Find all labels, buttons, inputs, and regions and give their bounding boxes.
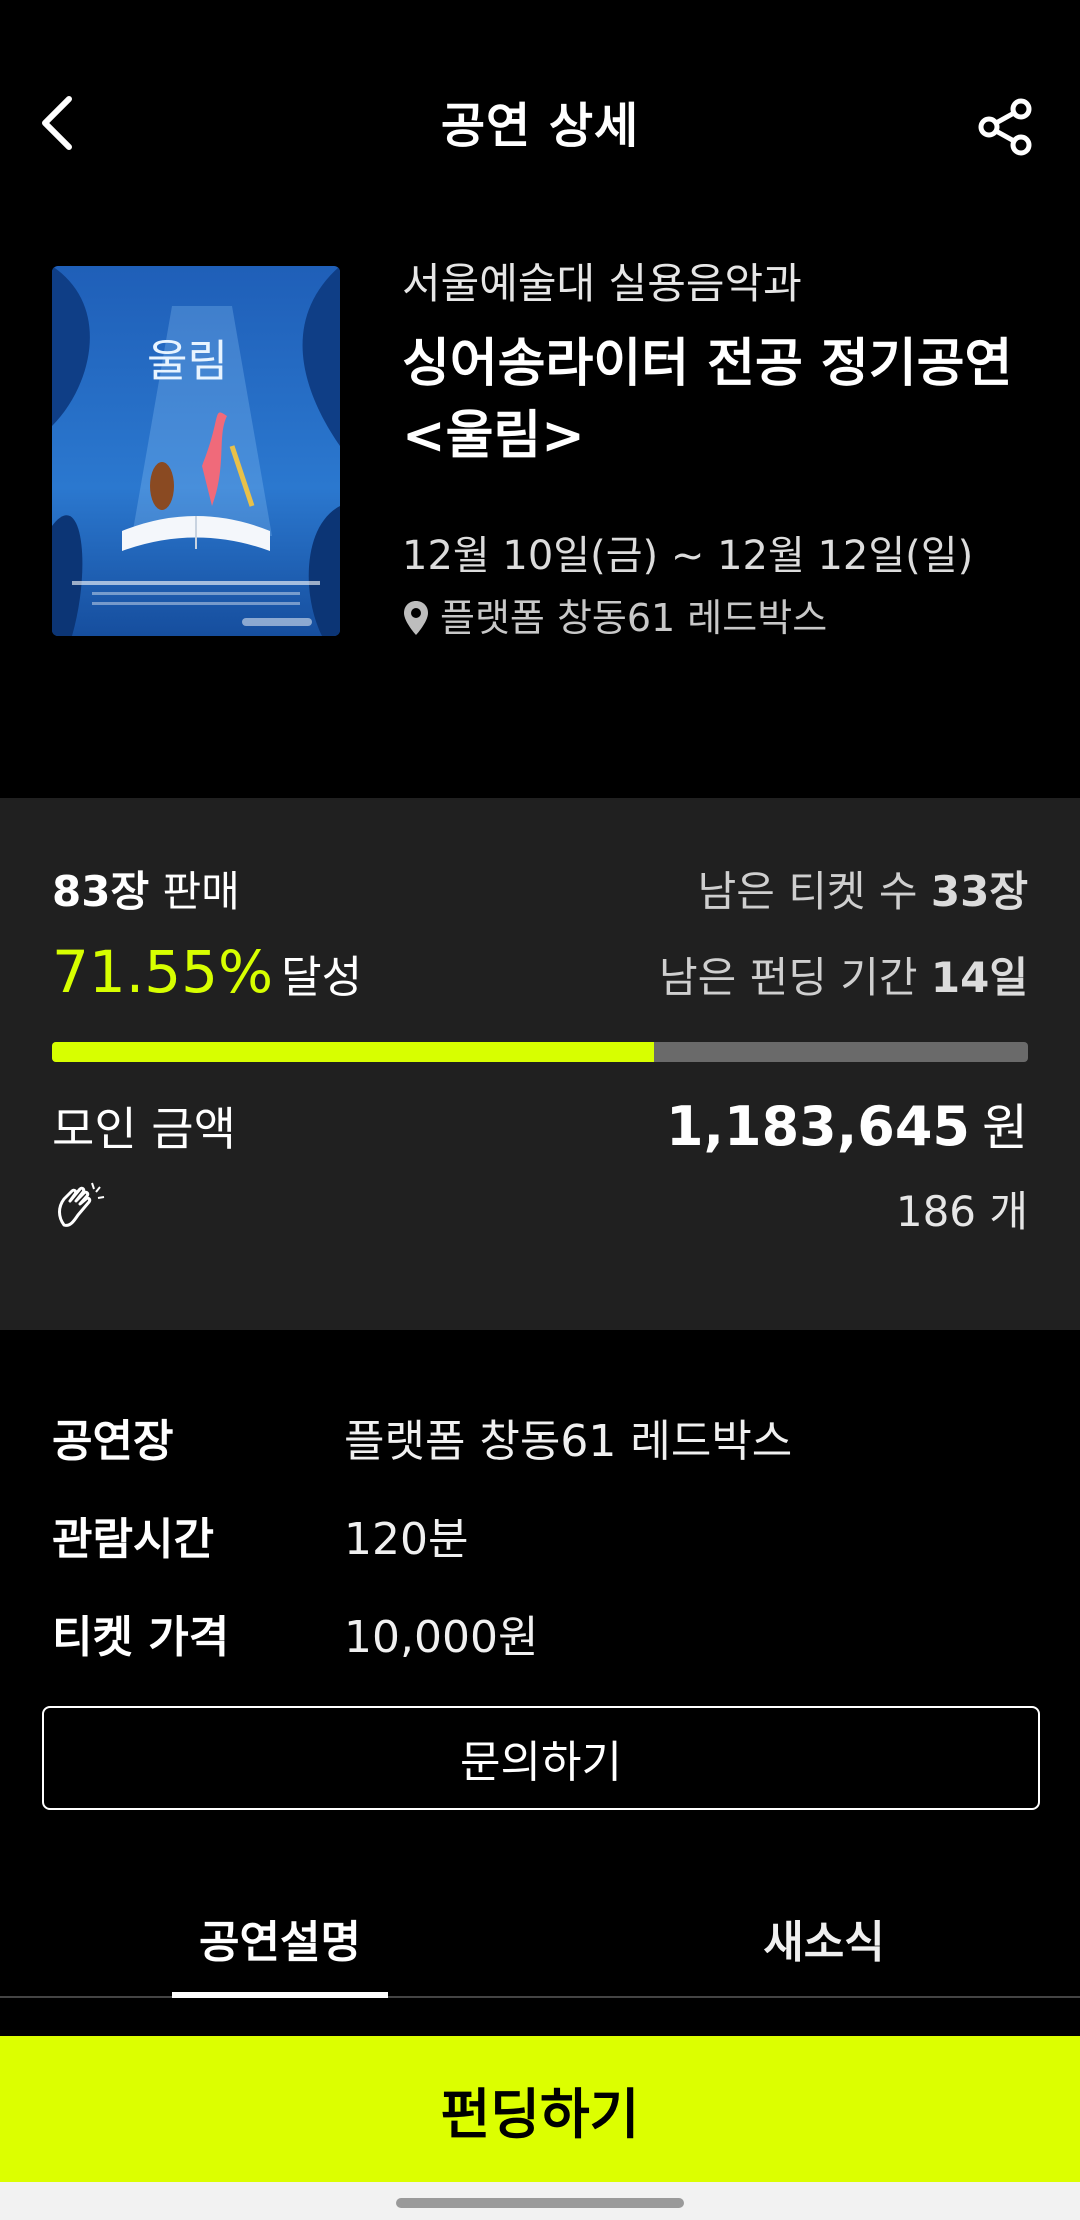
event-venue-text: 플랫폼 창동61 레드박스 [440,596,828,640]
price-label: 티켓 가격 [52,1612,230,1663]
tab-news[interactable]: 새소식 [714,1906,934,1970]
home-indicator[interactable] [396,2198,684,2208]
info-row-venue: 공연장 플랫폼 창동61 레드박스 [52,1388,1028,1486]
event-venue: 플랫폼 창동61 레드박스 [402,592,1042,644]
remaining-tickets: 남은 티켓 수 33장 [698,858,1028,919]
sold-count: 83장 [52,867,150,916]
cheer-count: 186 개 [895,1187,1028,1236]
header: 공연 상세 [0,0,1080,240]
raised-amount-unit: 원 [982,1099,1028,1157]
raised-amount-row: 모인 금액 1,183,645 원 [52,1088,1028,1160]
inquiry-button[interactable]: 문의하기 [42,1706,1040,1810]
achievement-row: 71.55% 달성 남은 펀딩 기간 14일 [52,938,1028,1006]
share-button[interactable] [970,92,1040,162]
organizer: 서울예술대 실용음악과 [402,259,802,308]
event-title-line1: 싱어송라이터 전공 정기공연 [402,334,1013,394]
achievement-label: 달성 [281,952,363,1003]
poster-image: 울림 [52,266,340,636]
raised-amount-value: 1,183,645 [665,1095,970,1158]
remaining-tickets-label: 남은 티켓 수 [697,867,918,916]
venue-label: 공연장 [52,1416,174,1467]
achievement: 71.55% 달성 [52,938,362,1006]
price-value: 10,000원 [344,1612,539,1663]
remaining-period-label: 남은 펀딩 기간 [659,953,918,1002]
page-title: 공연 상세 [440,98,640,154]
duration-value: 120분 [344,1514,469,1565]
fund-button[interactable]: 펀딩하기 [0,2036,1080,2182]
system-nav-bar [0,2182,1080,2220]
info-row-duration: 관람시간 120분 [52,1486,1028,1584]
sales-row: 83장 판매 남은 티켓 수 33장 [52,858,1028,919]
tab-description[interactable]: 공연설명 [172,1906,388,1970]
sold-label: 판매 [162,867,240,916]
sold-info: 83장 판매 [52,858,240,919]
remaining-period: 남은 펀딩 기간 14일 [659,944,1028,1005]
info-row-price: 티켓 가격 10,000원 [52,1584,1028,1682]
share-icon [978,98,1032,156]
duration-label: 관람시간 [52,1514,214,1565]
event-detail-page: 공연 상세 울림 서울예술대 실용음악과 싱어송라이터 전공 정기공연 <울림>… [0,0,1080,2220]
event-summary: 서울예술대 실용음악과 싱어송라이터 전공 정기공연 <울림> 12월 10일(… [402,254,1042,644]
active-tab-indicator [172,1992,388,1998]
venue-value: 플랫폼 창동61 레드박스 [344,1416,793,1467]
remaining-tickets-value: 33장 [930,867,1028,916]
event-poster[interactable]: 울림 [52,266,340,636]
raised-amount: 1,183,645 원 [666,1088,1028,1160]
funding-progress-bar [52,1042,1028,1062]
funding-panel: 83장 판매 남은 티켓 수 33장 71.55% 달성 남은 펀딩 기간 14일… [0,798,1080,1330]
clap-button[interactable] [52,1179,108,1239]
event-title: 싱어송라이터 전공 정기공연 <울림> [402,328,1042,472]
content-tabs: 공연설명 새소식 [0,1886,1080,1998]
funding-progress-fill [52,1042,655,1062]
event-info-list: 공연장 플랫폼 창동61 레드박스 관람시간 120분 티켓 가격 10,000… [52,1388,1028,1682]
remaining-period-value: 14일 [930,953,1028,1002]
event-dates: 12월 10일(금) ~ 12월 12일(일) [402,533,974,579]
achievement-percent: 71.55% [52,938,274,1006]
raised-label: 모인 금액 [52,1102,236,1156]
poster-title: 울림 [147,336,228,387]
location-pin-icon [404,601,428,635]
event-title-line2: <울림> [402,406,585,466]
clap-icon [58,1182,105,1227]
cheer-row: 186 개 [52,1178,1028,1239]
